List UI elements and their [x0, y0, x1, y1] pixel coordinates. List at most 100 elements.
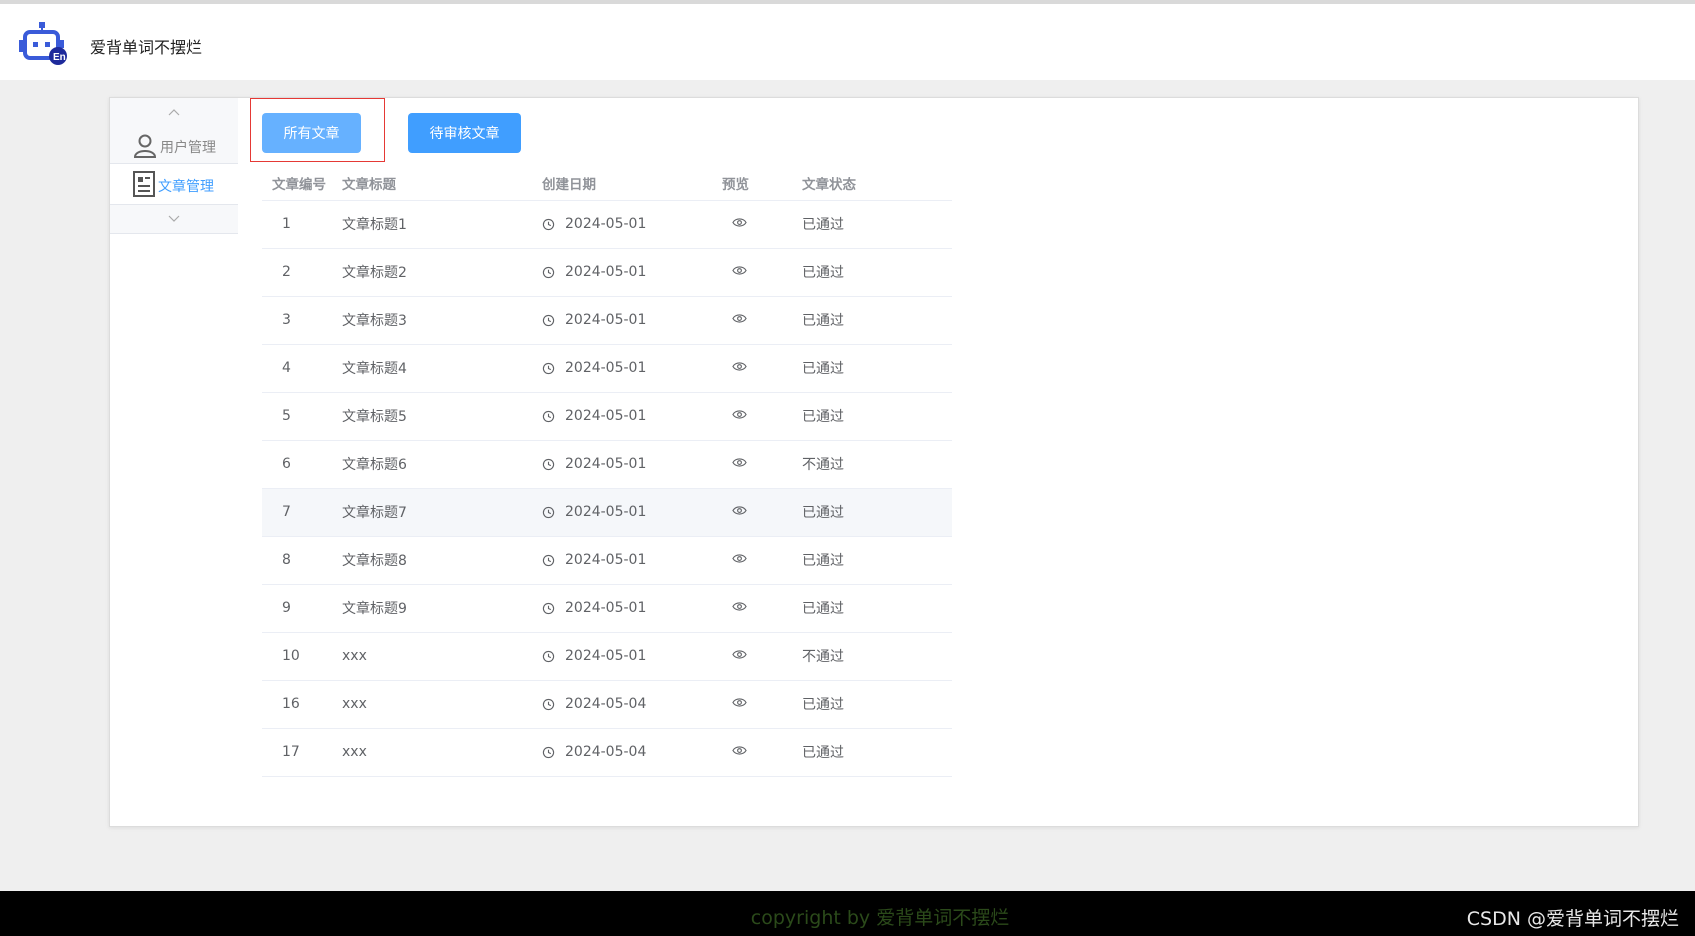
sidebar-item-articles[interactable]: 文章管理 — [110, 164, 238, 202]
chevron-up-icon — [168, 109, 180, 116]
eye-icon — [732, 458, 747, 467]
header-preview: 预览 — [722, 166, 802, 201]
date-text: 2024-05-01 — [565, 216, 647, 232]
table-header-row: 文章编号 文章标题 创建日期 预览 文章状态 — [262, 166, 952, 201]
document-icon — [133, 171, 155, 197]
sidebar-scroll-down[interactable] — [110, 204, 238, 234]
table-row[interactable]: 10 xxx 2024-05-01 不通过 — [262, 632, 952, 681]
clock-icon — [542, 746, 555, 758]
content-card: 用户管理 文章管理 所有文章 待审核文章 文章编号 文章标题 创建日期 预览 文… — [109, 97, 1639, 827]
cell-id: 10 — [262, 632, 342, 681]
robot-en-icon: En — [19, 22, 67, 65]
clock-icon — [542, 506, 555, 518]
cell-date: 2024-05-01 — [542, 296, 722, 345]
cell-status: 已通过 — [802, 536, 952, 585]
header-id: 文章编号 — [262, 166, 342, 201]
table-row[interactable]: 5 文章标题5 2024-05-01 已通过 — [262, 392, 952, 441]
clock-icon — [542, 314, 555, 326]
cell-id: 17 — [262, 728, 342, 777]
preview-button[interactable] — [722, 200, 802, 249]
cell-date: 2024-05-01 — [542, 392, 722, 441]
cell-status: 已通过 — [802, 488, 952, 537]
cell-status: 已通过 — [802, 728, 952, 777]
page-footer: copyright by 爱背单词不摆烂 CSDN @爱背单词不摆烂 — [0, 891, 1695, 936]
date-text: 2024-05-01 — [565, 648, 647, 664]
clock-icon — [542, 458, 555, 470]
copyright-text: copyright by 爱背单词不摆烂 — [750, 907, 1010, 929]
clock-icon — [542, 218, 555, 230]
eye-icon — [732, 314, 747, 323]
preview-button[interactable] — [722, 584, 802, 633]
preview-button[interactable] — [722, 296, 802, 345]
cell-title: 文章标题3 — [342, 296, 542, 345]
header-status: 文章状态 — [802, 166, 952, 201]
eye-icon — [732, 362, 747, 371]
preview-button[interactable] — [722, 536, 802, 585]
sidebar-item-label: 文章管理 — [158, 179, 214, 195]
date-text: 2024-05-01 — [565, 264, 647, 280]
table-row[interactable]: 7 文章标题7 2024-05-01 已通过 — [262, 488, 952, 537]
date-text: 2024-05-01 — [565, 504, 647, 520]
preview-button[interactable] — [722, 488, 802, 537]
clock-icon — [542, 554, 555, 566]
preview-button[interactable] — [722, 632, 802, 681]
date-text: 2024-05-01 — [565, 456, 647, 472]
cell-id: 16 — [262, 680, 342, 729]
date-text: 2024-05-01 — [565, 408, 647, 424]
table-row[interactable]: 3 文章标题3 2024-05-01 已通过 — [262, 296, 952, 345]
table-row[interactable]: 2 文章标题2 2024-05-01 已通过 — [262, 248, 952, 297]
app-header: En 爱背单词不摆烂 — [0, 4, 1695, 80]
sidebar-item-users[interactable]: 用户管理 — [110, 126, 238, 164]
table-row[interactable]: 9 文章标题9 2024-05-01 已通过 — [262, 584, 952, 633]
cell-id: 4 — [262, 344, 342, 393]
sidebar-scroll-up[interactable] — [110, 98, 238, 126]
cell-title: 文章标题9 — [342, 584, 542, 633]
eye-icon — [732, 602, 747, 611]
cell-date: 2024-05-04 — [542, 680, 722, 729]
cell-title: 文章标题6 — [342, 440, 542, 489]
cell-id: 5 — [262, 392, 342, 441]
watermark-text: CSDN @爱背单词不摆烂 — [1466, 908, 1679, 930]
cell-date: 2024-05-01 — [542, 584, 722, 633]
cell-title: 文章标题8 — [342, 536, 542, 585]
table-row[interactable]: 6 文章标题6 2024-05-01 不通过 — [262, 440, 952, 489]
preview-button[interactable] — [722, 392, 802, 441]
cell-status: 已通过 — [802, 248, 952, 297]
date-text: 2024-05-04 — [565, 744, 647, 760]
preview-button[interactable] — [722, 680, 802, 729]
cell-date: 2024-05-01 — [542, 440, 722, 489]
clock-icon — [542, 362, 555, 374]
cell-id: 7 — [262, 488, 342, 537]
cell-status: 已通过 — [802, 296, 952, 345]
clock-icon — [542, 410, 555, 422]
preview-button[interactable] — [722, 728, 802, 777]
table-row[interactable]: 1 文章标题1 2024-05-01 已通过 — [262, 200, 952, 249]
table-row[interactable]: 16 xxx 2024-05-04 已通过 — [262, 680, 952, 729]
user-icon — [133, 134, 157, 158]
eye-icon — [732, 218, 747, 227]
cell-title: xxx — [342, 680, 542, 729]
pending-articles-button[interactable]: 待审核文章 — [408, 113, 521, 153]
preview-button[interactable] — [722, 248, 802, 297]
table-row[interactable]: 8 文章标题8 2024-05-01 已通过 — [262, 536, 952, 585]
cell-status: 已通过 — [802, 392, 952, 441]
table-row[interactable]: 17 xxx 2024-05-04 已通过 — [262, 728, 952, 777]
cell-date: 2024-05-01 — [542, 248, 722, 297]
cell-status: 已通过 — [802, 584, 952, 633]
all-articles-button[interactable]: 所有文章 — [262, 113, 361, 153]
clock-icon — [542, 698, 555, 710]
table-row[interactable]: 4 文章标题4 2024-05-01 已通过 — [262, 344, 952, 393]
clock-icon — [542, 602, 555, 614]
cell-date: 2024-05-01 — [542, 200, 722, 249]
preview-button[interactable] — [722, 440, 802, 489]
cell-date: 2024-05-04 — [542, 728, 722, 777]
preview-button[interactable] — [722, 344, 802, 393]
eye-icon — [732, 698, 747, 707]
cell-date: 2024-05-01 — [542, 344, 722, 393]
cell-id: 6 — [262, 440, 342, 489]
eye-icon — [732, 554, 747, 563]
clock-icon — [542, 650, 555, 662]
cell-id: 1 — [262, 200, 342, 249]
articles-table: 文章编号 文章标题 创建日期 预览 文章状态 1 文章标题1 2024-05-01 已… — [262, 166, 952, 777]
sidebar: 用户管理 文章管理 — [110, 98, 238, 236]
